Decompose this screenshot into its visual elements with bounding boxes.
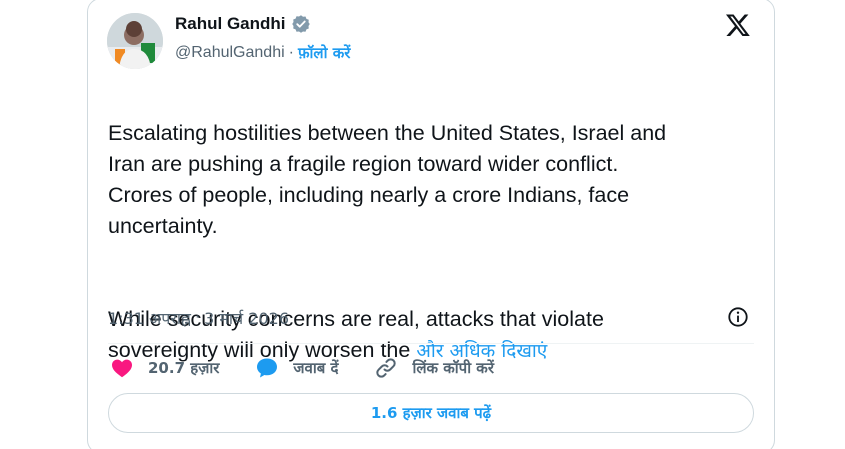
x-logo-icon[interactable] — [724, 12, 752, 38]
author-name-row: Rahul Gandhi — [175, 14, 311, 34]
follow-button[interactable]: फ़ॉलो करें — [298, 43, 350, 63]
reply-button[interactable]: जवाब दें — [255, 356, 338, 380]
tweet-paragraph-1: Escalating hostilities between the Unite… — [108, 121, 667, 238]
copy-link-button[interactable]: लिंक कॉपी करें — [374, 356, 494, 380]
avatar[interactable] — [107, 13, 163, 69]
verified-badge-icon — [291, 15, 310, 33]
copy-link-label: लिंक कॉपी करें — [412, 359, 494, 377]
author-handle[interactable]: @RahulGandhi — [175, 44, 285, 62]
like-button[interactable]: 20.7 हज़ार — [110, 356, 219, 380]
author-handle-row: @RahulGandhi · फ़ॉलो करें — [175, 43, 350, 63]
read-replies-label: 1.6 हज़ार जवाब पढ़ें — [370, 404, 492, 422]
handle-separator: · — [288, 44, 294, 61]
tweet-body: Escalating hostilities between the Unite… — [108, 87, 768, 398]
heart-icon — [112, 359, 132, 378]
divider — [108, 343, 754, 344]
speech-bubble-icon — [257, 358, 278, 378]
link-icon — [376, 358, 397, 378]
info-icon[interactable] — [727, 306, 749, 328]
tweet-date: 3 मार्च 2026 — [204, 309, 290, 328]
read-replies-button[interactable]: 1.6 हज़ार जवाब पढ़ें — [108, 393, 754, 433]
tweet-timestamp[interactable]: 1:31 अपराह्न · 3 मार्च 2026 — [108, 307, 289, 329]
like-count: 20.7 हज़ार — [148, 359, 220, 377]
reply-label: जवाब दें — [293, 359, 339, 377]
author-name[interactable]: Rahul Gandhi — [175, 14, 286, 34]
action-bar: 20.7 हज़ार जवाब दें लिंक कॉपी करें — [110, 356, 530, 380]
timestamp-separator: · — [194, 307, 201, 326]
tweet-time: 1:31 अपराह्न — [108, 309, 191, 328]
avatar-image — [107, 13, 163, 69]
